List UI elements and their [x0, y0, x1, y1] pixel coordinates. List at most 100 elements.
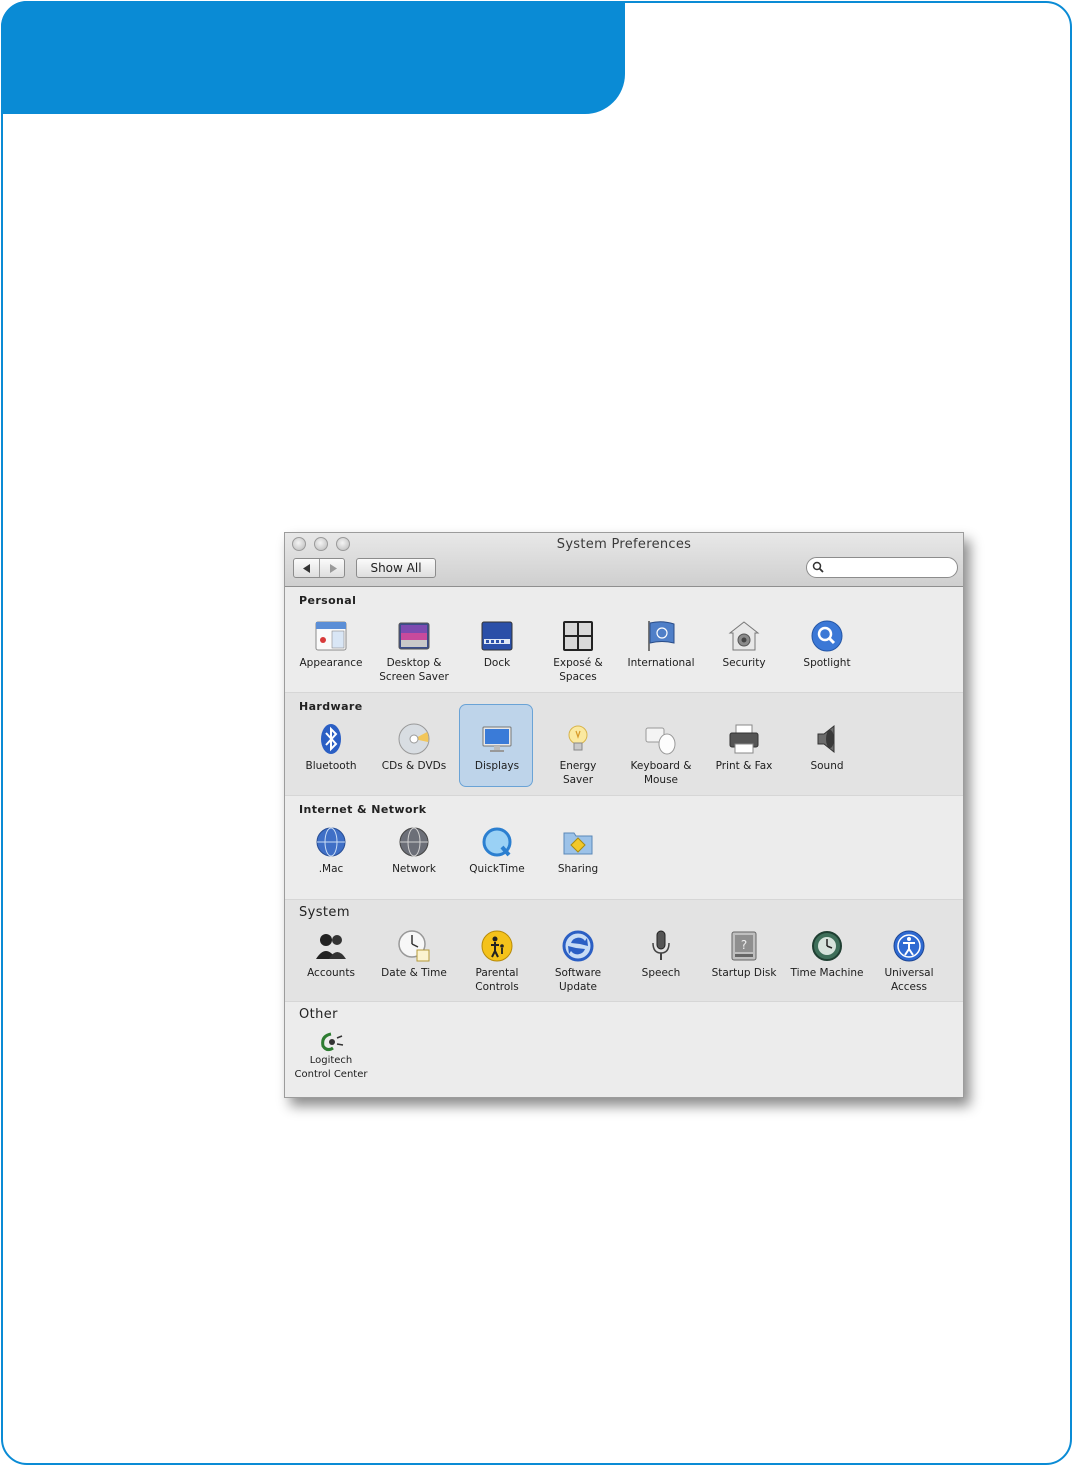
pref-universal-access[interactable]: Universal Access — [868, 929, 950, 994]
pref-label: Exposé & Spaces — [553, 657, 603, 683]
pref-label: Desktop & Screen Saver — [379, 657, 449, 683]
pref-label: Keyboard & Mouse — [630, 760, 692, 786]
pref-sound[interactable]: Sound — [786, 722, 868, 773]
pref-label: Energy Saver — [559, 760, 597, 786]
pref-label: CDs & DVDs — [381, 760, 447, 772]
pref-cds-dvds[interactable]: CDs & DVDs — [373, 722, 455, 773]
back-arrow-icon — [302, 563, 310, 573]
pref-bluetooth[interactable]: Bluetooth — [290, 722, 372, 773]
pref-label: Sound — [810, 760, 844, 772]
pref-speech[interactable]: Speech — [620, 929, 702, 980]
pref-label: Spotlight — [803, 657, 851, 669]
pref-logitech-control-center[interactable]: Logitech Control Center — [290, 1030, 372, 1082]
clock-icon — [398, 930, 430, 962]
pref-label: Startup Disk — [711, 967, 777, 979]
dock-icon — [481, 621, 513, 651]
appearance-icon — [315, 621, 347, 651]
parental-icon — [481, 930, 513, 962]
pref-label: Software Update — [554, 967, 602, 993]
pref-date-time[interactable]: Date & Time — [373, 929, 455, 980]
section-title: System — [299, 905, 350, 920]
pref-print-fax[interactable]: Print & Fax — [703, 722, 785, 773]
pref-label: Logitech Control Center — [294, 1055, 368, 1080]
pref-label: Date & Time — [381, 967, 447, 979]
forward-button[interactable] — [320, 559, 345, 577]
microphone-icon — [652, 930, 670, 960]
nav-group — [293, 558, 345, 578]
pref-quicktime[interactable]: QuickTime — [456, 825, 538, 876]
update-icon — [562, 930, 594, 962]
svg-text:?: ? — [741, 938, 747, 952]
sharing-folder-icon — [563, 832, 593, 855]
speaker-icon — [817, 724, 835, 754]
section-title: Other — [299, 1007, 338, 1022]
pref-label: Dock — [483, 657, 511, 669]
globe-icon — [316, 827, 346, 857]
pref-label: International — [627, 657, 695, 669]
pref-software-update[interactable]: Software Update — [537, 929, 619, 994]
pref-label: Speech — [641, 967, 681, 979]
network-icon — [399, 827, 429, 857]
system-preferences-window: System Preferences Show All Personal App… — [284, 532, 964, 1098]
section-personal: Personal Appearance Desktop & Screen Sav… — [285, 587, 963, 693]
section-hardware: Hardware Bluetooth CDs & DVDs Displays E… — [285, 693, 963, 796]
desktop-icon — [398, 622, 430, 650]
pref-accounts[interactable]: Accounts — [290, 929, 372, 980]
header-banner — [1, 1, 625, 114]
pref-label: QuickTime — [469, 863, 525, 875]
show-all-button[interactable]: Show All — [356, 558, 436, 578]
bluetooth-icon — [321, 724, 341, 754]
logitech-icon — [321, 1032, 344, 1052]
spotlight-icon — [811, 620, 843, 652]
section-title: Internet & Network — [299, 803, 427, 816]
pref-label: Accounts — [307, 967, 355, 979]
pref-time-machine[interactable]: Time Machine — [786, 929, 868, 980]
window-title: System Preferences — [556, 537, 692, 552]
pref-label: Appearance — [299, 657, 363, 669]
pref-security[interactable]: Security — [703, 619, 785, 670]
pref-international[interactable]: International — [620, 619, 702, 670]
display-icon — [482, 726, 512, 752]
pref-spotlight[interactable]: Spotlight — [786, 619, 868, 670]
international-icon — [648, 621, 675, 651]
section-title: Hardware — [299, 700, 363, 713]
pref-label: Universal Access — [884, 967, 934, 993]
pref-sharing[interactable]: Sharing — [537, 825, 619, 876]
pref-label: Parental Controls — [475, 967, 519, 993]
pref-label: Sharing — [557, 863, 599, 875]
printer-icon — [729, 724, 759, 754]
pref-displays[interactable]: Displays — [456, 722, 538, 773]
cd-icon — [398, 723, 430, 755]
pref-appearance[interactable]: Appearance — [290, 619, 372, 670]
back-button[interactable] — [294, 559, 320, 577]
section-internet-network: Internet & Network .Mac Network QuickTim… — [285, 796, 963, 900]
pref-label: .Mac — [318, 863, 344, 875]
section-system: System Accounts Date & Time Parental Con… — [285, 900, 963, 1002]
forward-arrow-icon — [329, 563, 337, 573]
pref-label: Time Machine — [790, 967, 864, 979]
pref-label: Security — [722, 657, 766, 669]
search-field[interactable] — [806, 557, 958, 578]
accessibility-icon — [893, 930, 925, 962]
pref-expose-spaces[interactable]: Exposé & Spaces — [537, 619, 619, 684]
pref-label: Displays — [474, 760, 520, 772]
pref-label: Print & Fax — [715, 760, 773, 772]
pref-dotmac[interactable]: .Mac — [290, 825, 372, 876]
accounts-icon — [316, 934, 346, 959]
lightbulb-icon — [568, 725, 588, 751]
pref-label: Network — [392, 863, 436, 875]
quicktime-icon — [482, 827, 512, 857]
section-other: Other Logitech Control Center — [285, 1002, 963, 1097]
pref-dock[interactable]: Dock — [456, 619, 538, 670]
pref-keyboard-mouse[interactable]: Keyboard & Mouse — [620, 722, 702, 787]
keyboard-icon — [645, 727, 676, 755]
pref-parental-controls[interactable]: Parental Controls — [456, 929, 538, 994]
pref-network[interactable]: Network — [373, 825, 455, 876]
pref-desktop-screen-saver[interactable]: Desktop & Screen Saver — [373, 619, 455, 684]
expose-icon — [563, 621, 593, 651]
pref-energy-saver[interactable]: Energy Saver — [537, 722, 619, 787]
time-machine-icon — [812, 931, 842, 961]
pref-startup-disk[interactable]: ? Startup Disk — [703, 929, 785, 980]
security-icon — [728, 621, 760, 651]
disk-icon: ? — [731, 931, 757, 961]
